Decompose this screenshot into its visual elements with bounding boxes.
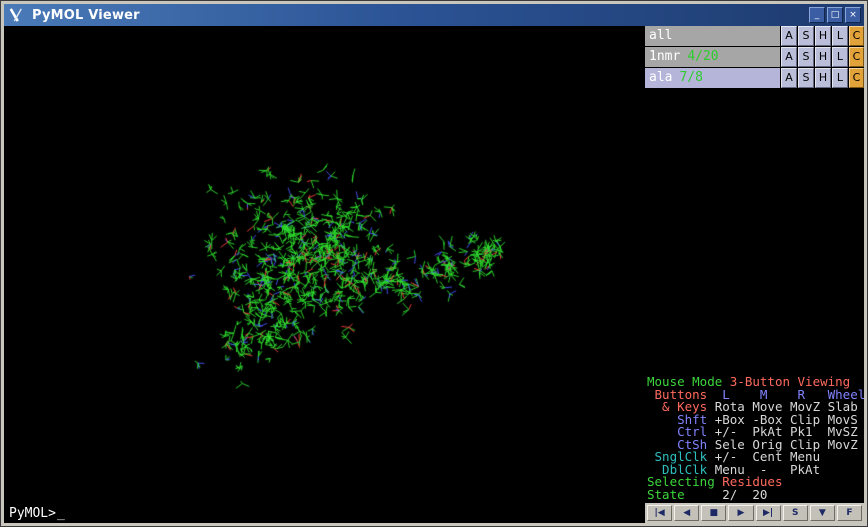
object-row-all: all A S H L C xyxy=(645,26,864,46)
action-button[interactable]: A xyxy=(781,47,797,67)
object-name-cell[interactable]: 1nmr 4/20 xyxy=(645,47,780,67)
object-label: 1nmr xyxy=(649,49,680,67)
minimize-button[interactable]: _ xyxy=(809,7,825,23)
color-button[interactable]: C xyxy=(849,26,864,46)
close-button[interactable]: × xyxy=(845,7,861,23)
x11-logo-glyph xyxy=(9,8,23,22)
pymol-window: PyMOL Viewer _ □ × all A S H L C xyxy=(0,0,868,527)
movie-controls: |◀ ◀ ■ ▶ ▶| S ▼ F xyxy=(645,503,864,523)
bottom-bar: PyMOL>_ |◀ ◀ ■ ▶ ▶| S ▼ F xyxy=(4,503,864,523)
molecule-render[interactable] xyxy=(4,26,645,503)
label-button[interactable]: L xyxy=(832,68,848,88)
label-button[interactable]: L xyxy=(832,47,848,67)
hide-button[interactable]: H xyxy=(815,47,831,67)
mouse-panel-line[interactable]: State 2/ 20 xyxy=(647,489,864,502)
show-button[interactable]: S xyxy=(798,47,814,67)
forward-button[interactable]: ▶| xyxy=(756,505,781,521)
x11-logo-icon[interactable] xyxy=(7,7,25,23)
object-name-cell[interactable]: ala 7/8 xyxy=(645,68,780,88)
action-button[interactable]: A xyxy=(781,68,797,88)
mouse-mode-panel: Mouse Mode 3-Button Viewing Buttons L M … xyxy=(645,374,864,503)
object-name-cell[interactable]: all xyxy=(645,26,780,46)
play-button[interactable]: ▶ xyxy=(728,505,753,521)
fullscreen-button[interactable]: F xyxy=(837,505,862,521)
maximize-button[interactable]: □ xyxy=(827,7,843,23)
object-label: all xyxy=(649,28,672,46)
rewind-button[interactable]: |◀ xyxy=(647,505,672,521)
main-content: all A S H L C 1nmr 4/20 A S H L C xyxy=(4,26,864,503)
hide-button[interactable]: H xyxy=(815,68,831,88)
text-cursor: _ xyxy=(57,506,65,521)
show-button[interactable]: S xyxy=(798,26,814,46)
object-count: 7/8 xyxy=(679,70,702,88)
menu-arrow-button[interactable]: ▼ xyxy=(810,505,835,521)
3d-viewport[interactable] xyxy=(4,26,645,503)
window-title: PyMOL Viewer xyxy=(32,8,140,23)
object-count: 4/20 xyxy=(687,49,718,67)
window-controls: _ □ × xyxy=(809,7,861,23)
command-prompt: PyMOL> xyxy=(9,506,56,521)
object-label: ala xyxy=(649,70,672,88)
object-row-1nmr: 1nmr 4/20 A S H L C xyxy=(645,47,864,67)
action-button[interactable]: A xyxy=(781,26,797,46)
show-button[interactable]: S xyxy=(798,68,814,88)
step-back-button[interactable]: ◀ xyxy=(674,505,699,521)
object-row-ala: ala 7/8 A S H L C xyxy=(645,68,864,88)
mouse-panel-text: State xyxy=(647,487,692,502)
mouse-panel-text: 2/ 20 xyxy=(692,487,767,502)
color-button[interactable]: C xyxy=(849,47,864,67)
label-button[interactable]: L xyxy=(832,26,848,46)
scene-button[interactable]: S xyxy=(783,505,808,521)
stop-button[interactable]: ■ xyxy=(701,505,726,521)
command-line[interactable]: PyMOL>_ xyxy=(4,503,645,523)
hide-button[interactable]: H xyxy=(815,26,831,46)
color-button[interactable]: C xyxy=(849,68,864,88)
titlebar[interactable]: PyMOL Viewer _ □ × xyxy=(4,4,864,26)
object-panel: all A S H L C 1nmr 4/20 A S H L C xyxy=(645,26,864,503)
